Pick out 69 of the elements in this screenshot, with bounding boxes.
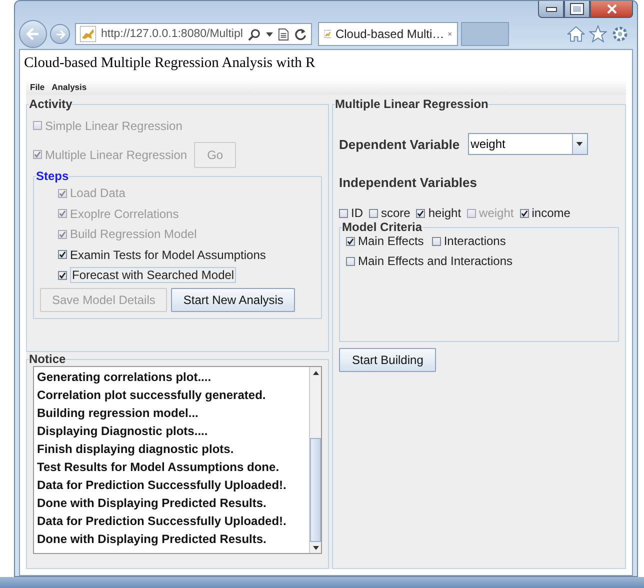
up-arrow-icon[interactable] (312, 370, 318, 374)
checkbox[interactable] (369, 208, 378, 218)
checkbox[interactable] (339, 208, 348, 218)
checkbox[interactable] (416, 208, 426, 218)
checkbox-label: Main Effects and Interactions (358, 254, 513, 268)
checkbox[interactable] (346, 236, 355, 246)
checkbox-label: Examin Tests for Model Assumptions (70, 248, 266, 262)
checkbox[interactable] (58, 270, 67, 280)
section-label: Independent Variables (339, 175, 478, 190)
close-icon[interactable] (448, 30, 452, 38)
checkbox[interactable] (432, 236, 441, 246)
checkbox[interactable] (346, 256, 355, 266)
checkbox-label: Load Data (70, 186, 126, 200)
document-icon[interactable] (278, 28, 289, 40)
search-icon[interactable] (248, 28, 261, 40)
checkbox-label: height (428, 206, 462, 220)
forward-button[interactable] (50, 24, 70, 44)
checkbox-label: Build Regression Model (70, 227, 197, 242)
browser-tab[interactable]: Cloud-based Multi… (318, 22, 458, 46)
checkbox-label: ID (351, 206, 363, 220)
log-line: Correlation plot successfully generated. (37, 387, 267, 404)
caret-icon[interactable] (266, 32, 273, 36)
checkbox[interactable] (520, 208, 529, 218)
log-line: Test Results for Model Assumptions done. (37, 459, 280, 476)
close-icon (606, 4, 616, 14)
menu-item[interactable]: File (30, 82, 45, 92)
dependent-variable-dropdown[interactable]: weight (468, 133, 588, 155)
checkbox-label: Simple Linear Regression (45, 118, 182, 132)
checkbox-label: Forecast with Searched Model (70, 267, 236, 284)
log-line: Data for Prediction Successfully Uploaded!. (37, 477, 288, 494)
checkbox-label: Multiple Linear Regression (45, 148, 188, 162)
checkbox-label: score (381, 206, 410, 220)
arrow-right-icon (54, 28, 66, 40)
url-text: http://127.0.0.1:8080/Multipl (101, 28, 243, 40)
back-button[interactable] (19, 20, 47, 48)
minimize-button[interactable] (538, 1, 564, 18)
group-title: Multiple Linear Regression (335, 97, 488, 111)
group-title: Steps (36, 169, 69, 183)
checkbox-label: Main Effects (358, 234, 424, 248)
log-line: Done with Displaying Predicted Results. (37, 495, 268, 512)
checkbox[interactable] (58, 250, 67, 260)
down-arrow-icon[interactable] (312, 546, 318, 550)
caret-icon (576, 142, 584, 146)
log-line: Finish displaying diagnostic plots. (37, 441, 235, 458)
settings-icon[interactable] (611, 25, 629, 43)
checkbox-label: income (532, 206, 570, 220)
start-building-button[interactable]: Start Building (339, 348, 436, 372)
log-line: Generating correlations plot.... (37, 369, 212, 386)
scrollbar[interactable] (309, 367, 321, 553)
checkbox-label: Exoplre Correlations (70, 206, 179, 221)
maximize-button[interactable] (564, 1, 590, 18)
refresh-icon[interactable] (294, 28, 307, 40)
new-analysis-button[interactable]: Start New Analysis (171, 288, 296, 312)
log-line: Displaying Diagnostic plots.... (37, 423, 209, 440)
menu-item[interactable]: Analysis (52, 82, 87, 92)
log-line: Building regression model... (37, 405, 200, 422)
log-line: Data for Prediction Successfully Uploaded!. (37, 513, 288, 530)
field-label: Dependent Variable (339, 136, 460, 152)
close-button[interactable] (590, 1, 633, 18)
home-icon[interactable] (567, 25, 585, 43)
star-icon[interactable] (589, 25, 607, 43)
checkbox-label: weight (479, 206, 514, 220)
group-title: Activity (29, 97, 72, 111)
page-title: Cloud-based Multiple Regression Analysis with R (24, 55, 316, 73)
address-bar[interactable]: http://127.0.0.1:8080/Multipl (75, 23, 312, 45)
group-title: Model Criteria (342, 220, 422, 234)
checkbox-label: Interactions (444, 234, 506, 248)
log-line: Done with Displaying Predicted Results. (37, 531, 268, 548)
group-title: Notice (29, 352, 66, 366)
